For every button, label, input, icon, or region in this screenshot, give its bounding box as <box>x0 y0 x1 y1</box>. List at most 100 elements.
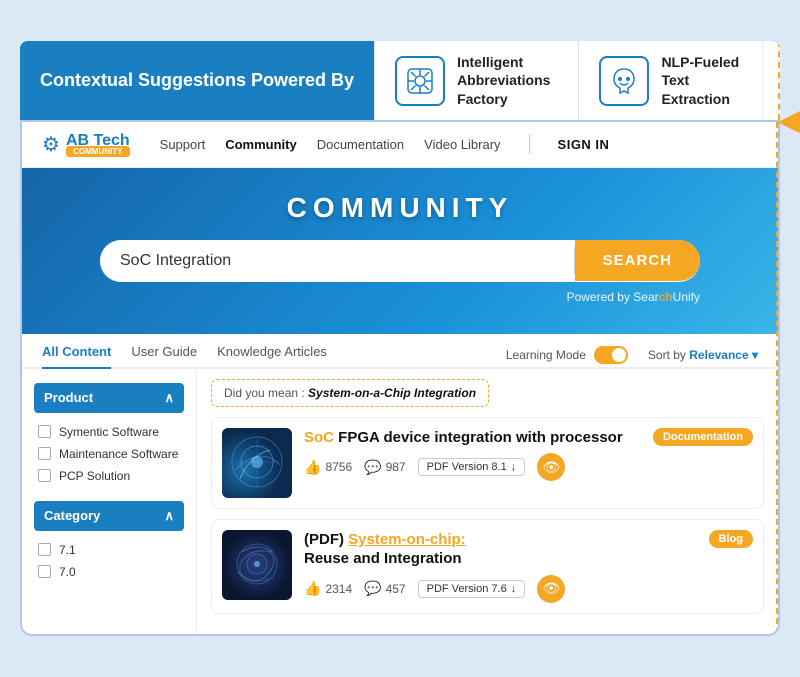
feature-abbreviations: Intelligent Abbreviations Factory <box>374 41 578 120</box>
banner-arrow: ◀ <box>779 103 800 138</box>
signin-button[interactable]: SIGN IN <box>558 137 610 152</box>
likes-1: 👍 8756 <box>304 459 352 476</box>
checkbox-pcp[interactable] <box>38 469 51 482</box>
result-meta-1: 👍 8756 💬 987 PDF Version 8.1 ↓ <box>304 453 753 481</box>
nav-documentation[interactable]: Documentation <box>317 137 404 152</box>
eye-button-2[interactable]: 👁 <box>537 575 565 603</box>
filter-header-category[interactable]: Category ∧ <box>34 501 184 531</box>
result-card-1: SoC FPGA device integration with process… <box>211 417 764 509</box>
hero-section: COMMUNITY SEARCH Powered by SearchUnify <box>22 168 778 334</box>
tab-user-guide[interactable]: User Guide <box>131 344 197 369</box>
learning-mode-toggle[interactable] <box>594 346 628 364</box>
logo-gear-icon: ⚙ <box>42 132 60 157</box>
result-title-prefix-2: (PDF) <box>304 531 348 548</box>
filter-header-product[interactable]: Product ∧ <box>34 383 184 413</box>
checkbox-maintenance[interactable] <box>38 447 51 460</box>
filter-item-symentic[interactable]: Symentic Software <box>34 421 184 443</box>
did-you-mean: Did you mean : System-on-a-Chip Integrat… <box>211 379 489 407</box>
result-card-2: (PDF) System-on-chip: Reuse and Integrat… <box>211 519 764 614</box>
search-button[interactable]: SEARCH <box>575 240 700 281</box>
comments-1: 💬 987 <box>364 459 405 476</box>
feature2-text: NLP-Fueled Text Extraction <box>661 53 742 108</box>
logo: ⚙ AB Tech COMMUNITY <box>42 132 130 157</box>
result-highlight-2: System-on-chip: <box>348 531 466 548</box>
toggle-dot <box>612 348 626 362</box>
checkbox-symentic[interactable] <box>38 425 51 438</box>
pdf-label-2: PDF Version 7.6 <box>427 583 507 595</box>
logo-badge: COMMUNITY <box>66 146 130 157</box>
result-meta-2: 👍 2314 💬 457 PDF Version 7.6 ↓ <box>304 575 753 603</box>
content-area: Product ∧ Symentic Software Maintenance … <box>22 369 778 634</box>
tab-knowledge-articles[interactable]: Knowledge Articles <box>217 344 327 369</box>
banner-left-text: Contextual Suggestions Powered By <box>20 41 374 120</box>
sort-value[interactable]: Relevance ▾ <box>689 348 758 362</box>
filter-product-label: Product <box>44 390 93 405</box>
result-title-2: (PDF) System-on-chip: Reuse and Integrat… <box>304 530 466 569</box>
result-content-2: (PDF) System-on-chip: Reuse and Integrat… <box>304 530 753 603</box>
filter-item-70[interactable]: 7.0 <box>34 561 184 583</box>
filter-item-pcp[interactable]: PCP Solution <box>34 465 184 487</box>
eye-button-1[interactable]: 👁 <box>537 453 565 481</box>
filter-label-symentic: Symentic Software <box>59 425 159 439</box>
nav-support[interactable]: Support <box>160 137 206 152</box>
result-content-1: SoC FPGA device integration with process… <box>304 428 753 482</box>
like-icon-1: 👍 <box>304 459 321 476</box>
eye-icon-2: 👁 <box>542 580 560 597</box>
filter-label-70: 7.0 <box>59 565 76 579</box>
thumb-image-1 <box>222 428 292 498</box>
did-you-mean-prefix: Did you mean : <box>224 386 308 400</box>
search-input[interactable] <box>100 240 574 282</box>
main-container: Contextual Suggestions Powered By <box>20 41 780 636</box>
feature-nlp: NLP-Fueled Text Extraction <box>578 41 762 120</box>
result-thumb-2 <box>222 530 292 600</box>
result-title-text-1: FPGA device integration with processor <box>338 429 623 446</box>
hero-title: COMMUNITY <box>42 192 758 224</box>
eye-icon-1: 👁 <box>542 459 560 476</box>
pdf-label-1: PDF Version 8.1 <box>427 461 507 473</box>
pdf-badge-2[interactable]: PDF Version 7.6 ↓ <box>418 580 526 598</box>
navbar: ⚙ AB Tech COMMUNITY Support Community Do… <box>22 122 778 168</box>
nav-divider <box>529 134 530 154</box>
checkbox-71[interactable] <box>38 543 51 556</box>
card-arrow: ◀ <box>777 360 780 395</box>
banner-dashed-area <box>762 41 780 120</box>
result-title-text-2: Reuse and Integration <box>304 550 462 567</box>
likes-2: 👍 2314 <box>304 580 352 597</box>
comments-count-1: 987 <box>386 460 406 474</box>
pdf-badge-1[interactable]: PDF Version 8.1 ↓ <box>418 458 526 476</box>
searchunify-o: ch <box>659 290 673 304</box>
tab-all-content[interactable]: All Content <box>42 344 111 369</box>
search-bar: SEARCH <box>100 240 700 282</box>
like-icon-2: 👍 <box>304 580 321 597</box>
filter-item-71[interactable]: 7.1 <box>34 539 184 561</box>
logo-text-area: AB Tech COMMUNITY <box>66 132 130 157</box>
content-tabs: All Content User Guide Knowledge Article… <box>22 334 778 369</box>
did-you-mean-term[interactable]: System-on-a-Chip Integration <box>308 386 476 400</box>
pdf-download-icon-2: ↓ <box>511 583 517 595</box>
nlp-icon <box>599 56 649 106</box>
filter-category-label: Category <box>44 508 100 523</box>
filter-label-maintenance: Maintenance Software <box>59 447 178 461</box>
banner-heading: Contextual Suggestions Powered By <box>40 69 354 92</box>
result-title-1: SoC FPGA device integration with process… <box>304 428 623 448</box>
nav-links: Support Community Documentation Video Li… <box>160 134 758 154</box>
main-card: ◀ ⚙ AB Tech COMMUNITY Support Community … <box>20 120 780 636</box>
result-header-1: SoC FPGA device integration with process… <box>304 428 753 448</box>
comments-2: 💬 457 <box>364 580 405 597</box>
result-header-2: (PDF) System-on-chip: Reuse and Integrat… <box>304 530 753 569</box>
result-badge-1: Documentation <box>653 428 753 446</box>
nav-community[interactable]: Community <box>225 137 297 152</box>
results-area: Did you mean : System-on-a-Chip Integrat… <box>197 369 778 634</box>
filter-category-chevron: ∧ <box>164 508 174 524</box>
powered-by: Powered by SearchUnify <box>100 290 700 304</box>
learning-mode: Learning Mode <box>506 346 628 364</box>
filter-group-category: Category ∧ 7.1 7.0 <box>34 501 184 583</box>
nav-video-library[interactable]: Video Library <box>424 137 500 152</box>
sidebar: Product ∧ Symentic Software Maintenance … <box>22 369 197 634</box>
filter-label-71: 7.1 <box>59 543 76 557</box>
likes-count-1: 8756 <box>325 460 352 474</box>
comments-count-2: 457 <box>386 582 406 596</box>
checkbox-70[interactable] <box>38 565 51 578</box>
comment-icon-1: 💬 <box>364 459 381 476</box>
filter-item-maintenance[interactable]: Maintenance Software <box>34 443 184 465</box>
